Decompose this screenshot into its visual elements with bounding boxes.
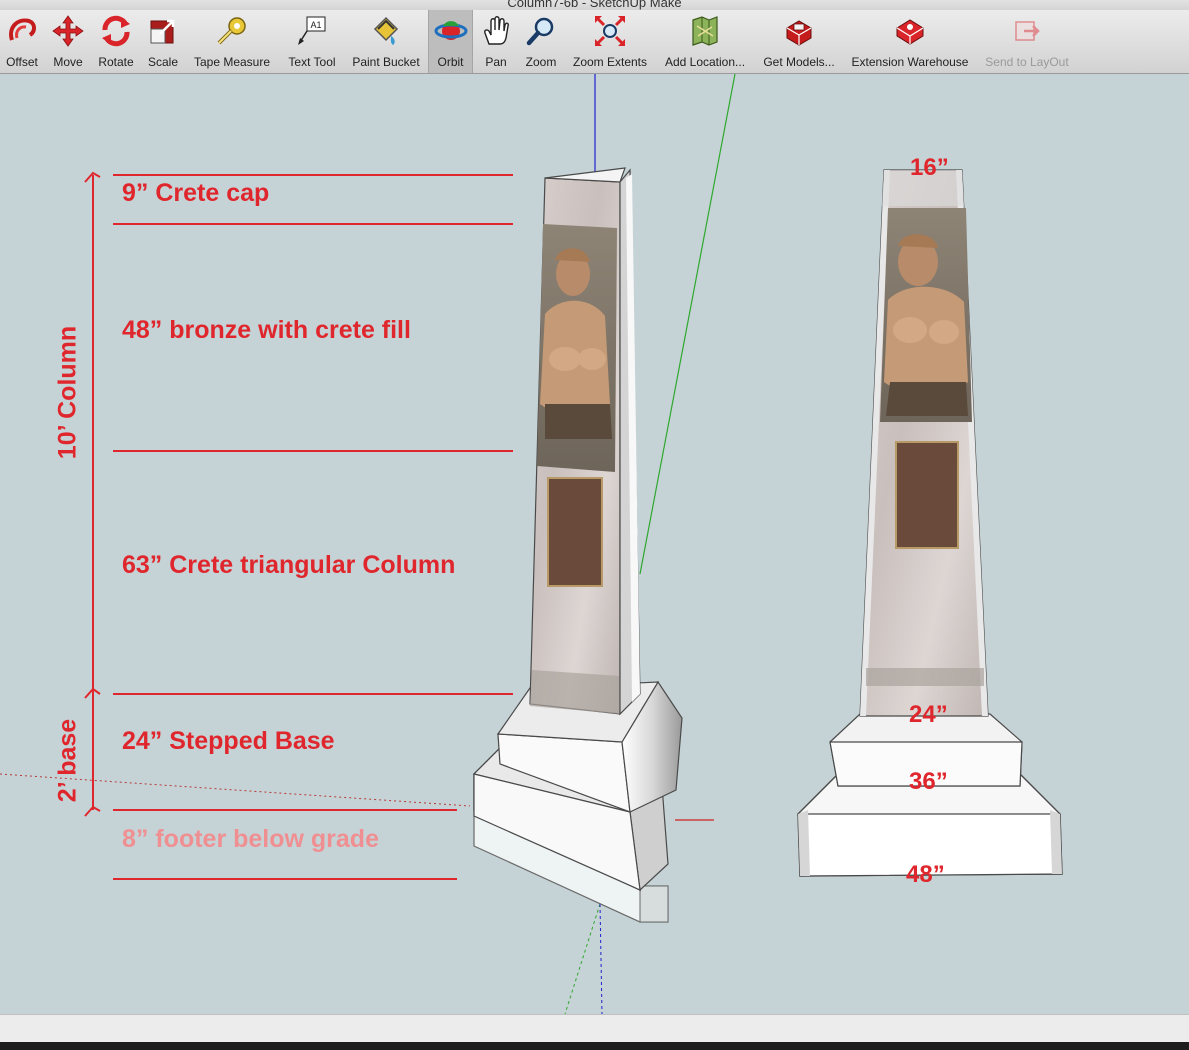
orbit-tool-button[interactable]: Orbit [428, 10, 473, 73]
move-icon [52, 15, 84, 47]
offset-tool-button[interactable]: Offset [2, 10, 42, 73]
send-to-layout-icon [1015, 21, 1040, 41]
triangular-column-annotation: 63” Crete triangular Column [122, 551, 456, 579]
paint-bucket-label: Paint Bucket [352, 55, 420, 69]
zoom-extents-icon [594, 15, 626, 47]
base-height-annotation: 2’ base [53, 718, 82, 803]
middle-step-dimension: 36” [909, 768, 948, 795]
extension-warehouse-tool-button[interactable]: Extension Warehouse [846, 10, 974, 73]
column-perspective-model[interactable] [472, 167, 683, 923]
offset-label: Offset [6, 55, 38, 69]
zoom-extents-label: Zoom Extents [572, 55, 648, 69]
orbit-icon [434, 21, 467, 40]
pan-label: Pan [485, 55, 507, 69]
window-bottom-edge [0, 1042, 1189, 1050]
base-bottom-dimension: 48” [906, 861, 945, 888]
paint-bucket-icon [373, 16, 399, 45]
footer-annotation: 8” footer below grade [122, 825, 379, 853]
extension-warehouse-icon [896, 19, 924, 45]
bronze-plaque [547, 477, 603, 587]
upper-step-dimension: 24” [909, 701, 948, 728]
paint-bucket-tool-button[interactable]: Paint Bucket [348, 10, 424, 73]
extension-warehouse-label: Extension Warehouse [851, 55, 969, 69]
zoom-label: Zoom [525, 55, 557, 69]
column-height-annotation: 10’ Column [53, 325, 82, 460]
svg-text:A1: A1 [310, 20, 321, 30]
rotate-label: Rotate [98, 55, 134, 69]
tape-measure-tool-button[interactable]: Tape Measure [189, 10, 275, 73]
status-bar [0, 1014, 1189, 1043]
send-to-layout-tool-button[interactable]: Send to LayOut [980, 10, 1074, 73]
toolbar: Offset Move Rotate Scale Tape Measure A1… [0, 10, 1189, 74]
zoom-extents-tool-button[interactable]: Zoom Extents [567, 10, 653, 73]
rotate-icon [102, 15, 130, 47]
scale-icon [150, 19, 175, 44]
title-bar: Column7-6b - SketchUp Make [0, 0, 1189, 10]
blue-axis-negative [599, 903, 603, 1014]
cap-annotation: 9” Crete cap [122, 179, 270, 207]
pan-tool-button[interactable]: Pan [478, 10, 514, 73]
move-tool-button[interactable]: Move [48, 10, 88, 73]
bronze-annotation: 48” bronze with crete fill [122, 316, 411, 344]
send-to-layout-label: Send to LayOut [985, 55, 1069, 69]
front-bronze-plaque [895, 441, 959, 549]
text-tool-label: Text Tool [288, 55, 336, 69]
add-location-label: Add Location... [664, 55, 746, 69]
get-models-tool-button[interactable]: Get Models... [757, 10, 841, 73]
tape-measure-label: Tape Measure [193, 55, 271, 69]
zoom-magnifier-icon [526, 17, 554, 46]
tape-measure-icon [217, 17, 246, 45]
pan-hand-icon [484, 16, 509, 45]
annotation-lines [84, 171, 513, 880]
get-models-icon [786, 20, 812, 46]
move-label: Move [53, 55, 83, 69]
green-axis [639, 74, 736, 575]
text-tool-button[interactable]: A1 Text Tool [281, 10, 343, 73]
zoom-tool-button[interactable]: Zoom [521, 10, 561, 73]
offset-icon [9, 18, 36, 41]
scale-label: Scale [147, 55, 179, 69]
model-scene [0, 74, 1063, 1014]
top-width-dimension: 16” [910, 154, 949, 181]
text-tool-icon: A1 [298, 16, 326, 45]
scale-tool-button[interactable]: Scale [143, 10, 183, 73]
drawing-viewport[interactable]: 9” Crete cap 48” bronze with crete fill … [0, 74, 1189, 1014]
green-axis-negative [564, 903, 601, 1014]
window-title: Column7-6b - SketchUp Make [507, 0, 682, 10]
add-location-icon [692, 16, 718, 46]
stepped-base-annotation: 24” Stepped Base [122, 727, 335, 755]
rotate-tool-button[interactable]: Rotate [95, 10, 137, 73]
orbit-label: Orbit [437, 55, 464, 69]
get-models-label: Get Models... [763, 55, 835, 69]
add-location-tool-button[interactable]: Add Location... [658, 10, 752, 73]
